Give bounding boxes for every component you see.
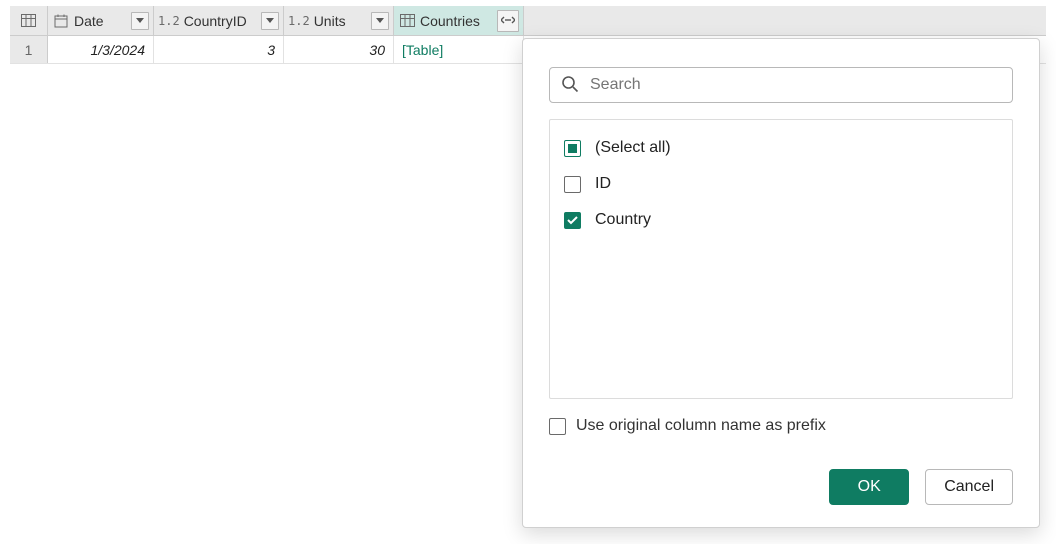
table-icon (20, 14, 38, 27)
option-id[interactable]: ID (564, 166, 998, 202)
search-wrapper (549, 67, 1013, 103)
option-label: ID (595, 175, 611, 193)
cell-date[interactable]: 1/3/2024 (48, 36, 154, 63)
cancel-button[interactable]: Cancel (925, 469, 1013, 505)
table-icon (398, 14, 416, 27)
row-index-cell: 1 (10, 36, 48, 63)
column-filter-button[interactable] (131, 12, 149, 30)
prefix-label: Use original column name as prefix (576, 417, 826, 435)
checkbox-unchecked-icon (564, 176, 581, 193)
button-row: OK Cancel (549, 469, 1013, 505)
expand-column-button[interactable] (497, 10, 519, 32)
column-label: Date (74, 13, 127, 29)
grid-header: Date 1.2 CountryID 1.2 Units Countries (10, 6, 1046, 36)
ok-button[interactable]: OK (829, 469, 909, 505)
type-tag: 1.2 (288, 14, 310, 28)
column-header-countries[interactable]: Countries (394, 6, 524, 35)
column-filter-button[interactable] (261, 12, 279, 30)
prefix-option[interactable]: Use original column name as prefix (549, 417, 1013, 435)
row-index: 1 (25, 42, 33, 58)
columns-listbox: (Select all) ID Country (549, 119, 1013, 399)
checkbox-unchecked-icon (549, 418, 566, 435)
search-input[interactable] (549, 67, 1013, 103)
search-icon (561, 75, 579, 96)
column-header-date[interactable]: Date (48, 6, 154, 35)
cell-value: 1/3/2024 (91, 42, 146, 58)
column-header-countryid[interactable]: 1.2 CountryID (154, 6, 284, 35)
column-label: CountryID (184, 13, 257, 29)
option-select-all[interactable]: (Select all) (564, 130, 998, 166)
type-tag: 1.2 (158, 14, 180, 28)
option-country[interactable]: Country (564, 202, 998, 238)
cell-units[interactable]: 30 (284, 36, 394, 63)
option-label: (Select all) (595, 139, 671, 157)
column-header-units[interactable]: 1.2 Units (284, 6, 394, 35)
expand-columns-popup: (Select all) ID Country Use original col… (522, 38, 1040, 528)
column-filter-button[interactable] (371, 12, 389, 30)
column-header-row-index[interactable] (10, 6, 48, 35)
table-link[interactable]: [Table] (402, 42, 443, 58)
cell-countries[interactable]: [Table] (394, 36, 524, 63)
cell-value: 30 (369, 42, 385, 58)
cell-countryid[interactable]: 3 (154, 36, 284, 63)
cell-value: 3 (267, 42, 275, 58)
checkbox-indeterminate-icon (564, 140, 581, 157)
calendar-icon (52, 14, 70, 28)
checkbox-checked-icon (564, 212, 581, 229)
column-label: Units (314, 13, 367, 29)
column-label: Countries (420, 13, 493, 29)
option-label: Country (595, 211, 651, 229)
